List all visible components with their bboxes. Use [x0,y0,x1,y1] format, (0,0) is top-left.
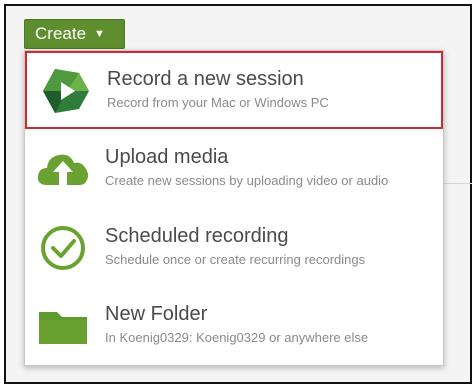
menu-item-title: Scheduled recording [105,225,289,247]
menu-item-description: Create new sessions by uploading video o… [105,173,389,188]
menu-item-scheduled-recording[interactable]: Scheduled recording Schedule once or cre… [25,210,443,288]
menu-item-description: In Koenig0329: Koenig0329 or anywhere el… [105,330,369,345]
menu-item-description: Record from your Mac or Windows PC [107,95,329,110]
menu-item-title: Upload media [105,146,229,168]
create-button-label: Create [35,24,87,43]
create-dropdown-menu: Record a new session Record from your Ma… [24,50,444,366]
menu-item-description: Schedule once or create recurring record… [105,252,366,267]
menu-item-title: Record a new session [107,68,304,90]
menu-item-upload-media[interactable]: Upload media Create new sessions by uplo… [25,131,443,209]
clock-check-icon [41,226,85,270]
menu-item-new-folder[interactable]: New Folder In Koenig0329: Koenig0329 or … [25,288,443,366]
folder-icon [39,312,87,344]
caret-down-icon: ▼ [94,28,105,40]
panopto-record-icon [43,69,89,113]
menu-item-record-new-session[interactable]: Record a new session Record from your Ma… [25,51,443,129]
cloud-upload-icon [37,154,89,185]
menu-item-title: New Folder [105,303,208,325]
page-divider [440,183,472,184]
create-button[interactable]: Create ▼ [24,19,125,49]
